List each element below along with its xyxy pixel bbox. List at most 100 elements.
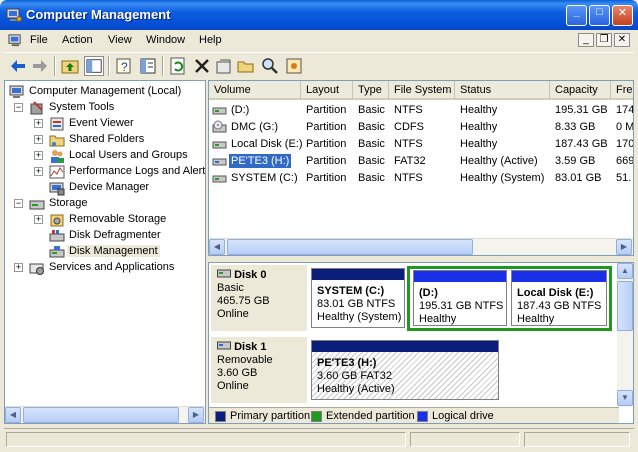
expand-icon[interactable]: + <box>34 151 43 160</box>
partition-name: SYSTEM (C:) <box>317 285 385 297</box>
expand-icon[interactable]: + <box>34 135 43 144</box>
cell-capacity: 187.43 GB <box>555 138 608 150</box>
collapse-icon[interactable]: − <box>14 103 23 112</box>
close-icon: ✕ <box>617 7 628 19</box>
delete-icon[interactable] <box>192 56 212 76</box>
column-header-layout[interactable]: Layout <box>301 81 353 100</box>
scroll-right-icon[interactable]: ▶ <box>616 239 632 255</box>
tree-horizontal-scrollbar[interactable]: ◀ ▶ <box>5 406 205 423</box>
show-tree-icon[interactable] <box>84 56 104 76</box>
cell-volume: PE'TE3 (H:) <box>229 154 292 168</box>
list-horizontal-scrollbar[interactable]: ◀ ▶ <box>209 238 633 255</box>
partition-d[interactable]: (D:) 195.31 GB NTFS Healthy <box>413 270 507 326</box>
forward-arrow-icon[interactable] <box>30 56 50 76</box>
column-header-status[interactable]: Status <box>455 81 550 100</box>
removable-storage-icon <box>50 214 64 227</box>
up-folder-icon[interactable] <box>60 56 80 76</box>
volume-row[interactable]: (D:) Partition Basic NTFS Healthy 195.31… <box>209 102 633 119</box>
volume-list[interactable]: Volume Layout Type File System Status Ca… <box>208 80 634 256</box>
back-arrow-icon[interactable] <box>8 56 28 76</box>
graph-vertical-scrollbar[interactable]: ▲ ▼ <box>617 263 633 407</box>
volume-row[interactable]: Local Disk (E:) Partition Basic NTFS Hea… <box>209 136 633 153</box>
users-icon <box>51 150 64 163</box>
partition-system-c[interactable]: SYSTEM (C:) 83.01 GB NTFS Healthy (Syste… <box>311 268 405 328</box>
cell-volume: (D:) <box>231 104 250 116</box>
expand-icon[interactable]: + <box>34 215 43 224</box>
cell-file-system: NTFS <box>394 138 423 150</box>
scroll-left-icon[interactable]: ◀ <box>5 407 21 423</box>
menu-view[interactable]: View <box>108 34 132 46</box>
close-button[interactable]: ✕ <box>612 5 633 26</box>
volume-row[interactable]: PE'TE3 (H:) Partition Basic FAT32 Health… <box>209 153 633 170</box>
storage-icon <box>29 200 45 210</box>
column-header-volume[interactable]: Volume <box>209 81 301 100</box>
disk-1-info[interactable]: Disk 1 Removable 3.60 GB Online <box>211 337 307 403</box>
console-tree[interactable]: Computer Management (Local) − System Too… <box>4 80 206 424</box>
mdi-minimize-button[interactable]: _ <box>578 33 594 47</box>
cell-volume: SYSTEM (C:) <box>231 172 298 184</box>
check-icon[interactable] <box>214 56 234 76</box>
legend: Primary partition Extended partition Log… <box>209 407 619 423</box>
minimize-button[interactable]: _ <box>566 5 587 26</box>
help-icon[interactable]: ? <box>114 56 134 76</box>
cell-capacity: 83.01 GB <box>555 172 602 184</box>
column-header-capacity[interactable]: Capacity <box>550 81 611 100</box>
partition-size: 195.31 GB NTFS <box>419 300 504 312</box>
scrollbar-thumb[interactable] <box>227 239 473 255</box>
tree-label: Storage <box>49 197 88 209</box>
maximize-button[interactable]: □ <box>589 5 610 26</box>
volume-row[interactable]: SYSTEM (C:) Partition Basic NTFS Healthy… <box>209 170 633 187</box>
cell-file-system: FAT32 <box>394 155 426 167</box>
menu-action[interactable]: Action <box>62 34 93 46</box>
column-header-file-system[interactable]: File System <box>389 81 455 100</box>
partition-text: SYSTEM (C:) 83.01 GB NTFS Healthy (Syste… <box>317 285 401 324</box>
primary-partition-bar <box>312 341 498 352</box>
disk-name: Disk 1 <box>234 341 267 353</box>
services-icon <box>29 263 44 275</box>
open-folder-icon[interactable] <box>236 56 256 76</box>
menu-window[interactable]: Window <box>146 34 185 46</box>
details-pane: Volume Layout Type File System Status Ca… <box>208 80 634 424</box>
drive-icon <box>212 175 227 183</box>
mdi-restore-button[interactable]: ❐ <box>596 33 612 47</box>
collapse-icon[interactable]: − <box>14 199 23 208</box>
disk-size: 465.75 GB <box>217 295 270 307</box>
wizard-icon[interactable] <box>284 56 304 76</box>
cell-file-system: NTFS <box>394 104 423 116</box>
column-header-free[interactable]: Fre <box>611 81 633 100</box>
legend-extended: Extended partition <box>326 410 415 422</box>
disk-graphical-view[interactable]: Disk 0 Basic 465.75 GB Online SYSTEM (C:… <box>208 262 634 424</box>
logical-drive-swatch <box>417 411 428 422</box>
title-bar[interactable]: Computer Management _ □ ✕ <box>0 0 638 30</box>
partition-name: (D:) <box>419 287 438 299</box>
scrollbar-thumb[interactable] <box>617 281 633 331</box>
partition-pete3-h[interactable]: PE'TE3 (H:) 3.60 GB FAT32 Healthy (Activ… <box>311 340 499 400</box>
mdi-system-icon[interactable] <box>8 33 23 48</box>
properties-icon[interactable] <box>138 56 158 76</box>
cell-volume: DMC (G:) <box>231 121 279 133</box>
expand-icon[interactable]: + <box>34 167 43 176</box>
tree-label: Disk Management <box>67 245 160 257</box>
cell-layout: Partition <box>306 121 347 133</box>
disk-management-icon <box>49 246 65 258</box>
expand-icon[interactable]: + <box>34 119 43 128</box>
drive-icon <box>212 141 227 149</box>
expand-icon[interactable]: + <box>14 263 23 272</box>
menu-file[interactable]: File <box>30 34 48 46</box>
menu-help[interactable]: Help <box>199 34 222 46</box>
refresh-icon[interactable] <box>168 56 188 76</box>
mdi-close-button[interactable]: ✕ <box>614 33 630 47</box>
scroll-left-icon[interactable]: ◀ <box>209 239 225 255</box>
scroll-up-icon[interactable]: ▲ <box>617 263 633 279</box>
partition-text: Local Disk (E:) 187.43 GB NTFS Healthy <box>517 287 601 326</box>
partition-local-disk-e[interactable]: Local Disk (E:) 187.43 GB NTFS Healthy <box>511 270 607 326</box>
scrollbar-thumb[interactable] <box>23 407 179 423</box>
scroll-right-icon[interactable]: ▶ <box>188 407 204 423</box>
system-tools-icon <box>30 101 43 115</box>
volume-row[interactable]: DMC (G:) Partition Basic CDFS Healthy 8.… <box>209 119 633 136</box>
disk-0-info[interactable]: Disk 0 Basic 465.75 GB Online <box>211 265 307 331</box>
column-header-type[interactable]: Type <box>353 81 389 100</box>
partition-name: PE'TE3 (H:) <box>317 357 377 369</box>
search-icon[interactable] <box>260 56 280 76</box>
scroll-down-icon[interactable]: ▼ <box>617 390 633 406</box>
